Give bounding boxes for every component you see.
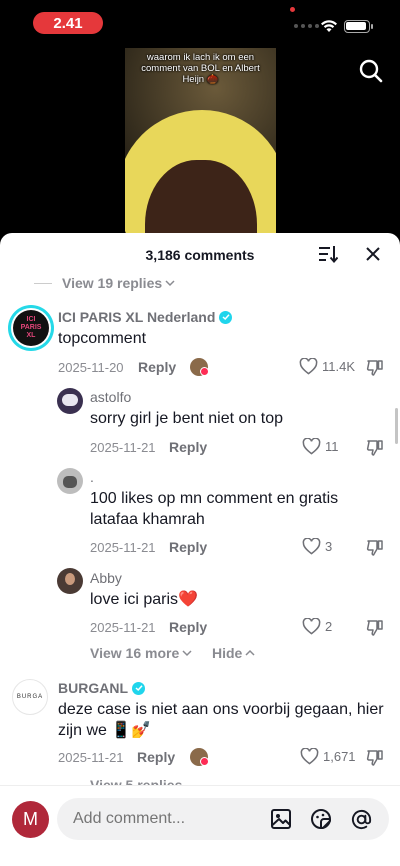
username[interactable]: Abby — [90, 570, 122, 586]
comment-date: 2025-11-21 — [90, 540, 156, 555]
heart-outline-icon — [299, 358, 318, 375]
cellular-signal-icon — [294, 24, 319, 28]
view-more-replies[interactable]: View 16 more — [90, 645, 192, 661]
avatar-text: BURGA — [16, 694, 44, 700]
heart-outline-icon — [302, 538, 321, 555]
avatar[interactable] — [57, 568, 83, 594]
avatar[interactable]: ICI PARIS XL — [8, 305, 54, 351]
like-button[interactable]: 3 — [302, 538, 332, 555]
like-count: 11 — [325, 439, 339, 454]
like-count: 1,671 — [323, 749, 356, 764]
comment-text: love ici paris❤️ — [90, 591, 198, 608]
comment-text: sorry girl je bent niet on top — [90, 410, 283, 427]
comment-date: 2025-11-21 — [58, 750, 124, 765]
like-button[interactable]: 1,671 — [300, 748, 356, 765]
reply-button[interactable]: Reply — [169, 539, 207, 555]
username[interactable]: . — [90, 469, 94, 485]
like-count: 2 — [325, 619, 333, 634]
chevron-up-icon — [245, 649, 255, 656]
dislike-icon[interactable] — [366, 749, 384, 767]
view-replies-top[interactable]: View 19 replies — [34, 275, 175, 291]
video-preview[interactable]: waarom ik lach ik om een comment van BOL… — [125, 48, 276, 248]
comment-input[interactable] — [57, 798, 389, 840]
wifi-icon — [321, 20, 337, 32]
dislike-icon[interactable] — [366, 539, 384, 557]
reply-button[interactable]: Reply — [169, 619, 207, 635]
view-replies-bottom[interactable]: View 5 replies — [90, 777, 182, 785]
view-replies-label: View 5 replies — [90, 777, 183, 785]
avatar[interactable] — [57, 468, 83, 494]
comment-text: deze case is niet aan ons voorbij gegaan… — [58, 701, 384, 739]
heart-outline-icon — [302, 438, 321, 455]
scrollbar[interactable] — [395, 408, 398, 444]
comment-date: 2025-11-20 — [58, 360, 124, 375]
reply-button[interactable]: Reply — [169, 439, 207, 455]
status-time: 2.41 — [33, 12, 103, 34]
sort-icon[interactable] — [318, 245, 338, 263]
chevron-down-icon — [165, 280, 175, 287]
like-button[interactable]: 2 — [302, 618, 332, 635]
search-icon[interactable] — [358, 58, 384, 84]
hide-replies[interactable]: Hide — [212, 645, 255, 661]
like-count: 3 — [325, 539, 333, 554]
dislike-icon[interactable] — [366, 359, 384, 377]
close-icon[interactable] — [365, 246, 381, 262]
comment-date: 2025-11-21 — [90, 440, 156, 455]
heart-outline-icon — [300, 748, 319, 765]
comment-text: topcomment — [58, 330, 147, 347]
avatar[interactable]: BURGA — [12, 679, 48, 715]
comment-text: 100 likes op mn comment en gratis latafa… — [90, 490, 339, 528]
avatar-text: PARIS — [20, 324, 42, 331]
reply-button[interactable]: Reply — [137, 749, 175, 765]
verified-icon — [219, 310, 233, 324]
like-button[interactable]: 11.4K — [299, 358, 355, 375]
image-icon[interactable] — [270, 808, 292, 830]
comments-header: 3,186 comments — [0, 233, 400, 277]
like-count: 11.4K — [322, 359, 356, 374]
emoji-icon[interactable] — [310, 808, 332, 830]
like-button[interactable]: 11 — [302, 438, 339, 455]
recording-dot — [290, 7, 295, 12]
view-replies-label: View 19 replies — [62, 275, 163, 291]
comment-date: 2025-11-21 — [90, 620, 156, 635]
avatar[interactable] — [57, 388, 83, 414]
dislike-icon[interactable] — [366, 439, 384, 457]
user-avatar[interactable]: M — [12, 801, 49, 838]
comments-count: 3,186 comments — [145, 247, 255, 263]
heart-outline-icon — [302, 618, 321, 635]
mention-icon[interactable] — [350, 808, 373, 831]
reply-button[interactable]: Reply — [138, 359, 176, 375]
view-more-label: View 16 more — [90, 645, 180, 661]
hide-label: Hide — [212, 645, 243, 661]
chevron-down-icon — [182, 650, 192, 657]
avatar-text: XL — [26, 332, 36, 339]
username[interactable]: BURGANL — [58, 680, 145, 696]
dislike-icon[interactable] — [366, 619, 384, 637]
verified-icon — [132, 681, 145, 695]
avatar-text: ICI — [26, 316, 36, 323]
comments-sheet: 3,186 comments View 19 replies ICI PARIS… — [0, 233, 400, 866]
status-bar: 2.41 — [0, 0, 400, 46]
video-caption: waarom ik lach ik om een comment van BOL… — [141, 52, 260, 85]
comment-composer: M — [0, 785, 400, 866]
battery-icon — [344, 20, 373, 33]
username[interactable]: ICI PARIS XL Nederland — [58, 309, 233, 325]
username[interactable]: astolfo — [90, 389, 131, 405]
